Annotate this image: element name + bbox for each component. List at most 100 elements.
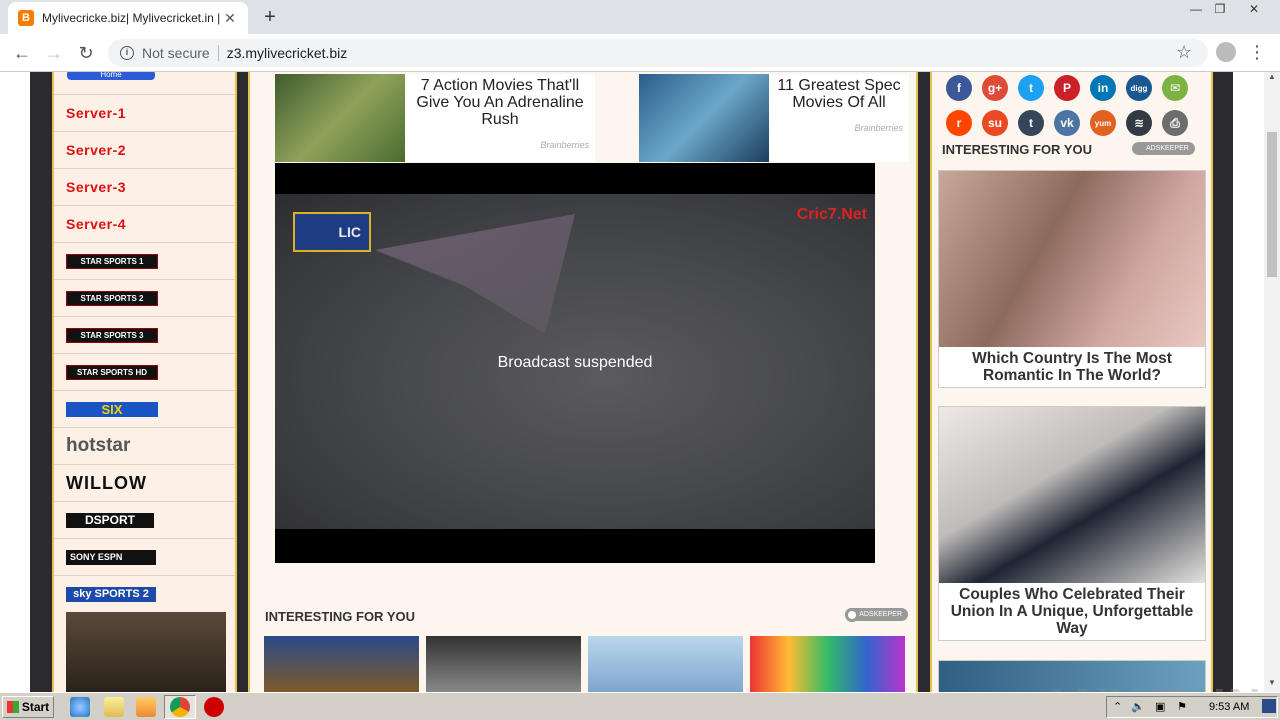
channel-star-sports-1[interactable]: STAR SPORTS 1 xyxy=(54,242,235,279)
minimize-button[interactable]: — xyxy=(1184,0,1208,18)
chrome-taskbar-button[interactable] xyxy=(164,695,196,719)
recommendation-thumbnail[interactable] xyxy=(750,636,905,692)
recommendation-thumbnail[interactable] xyxy=(588,636,743,692)
ad-image xyxy=(639,74,769,162)
kebab-menu-icon[interactable]: ⋮ xyxy=(1248,42,1266,63)
windows-taskbar: Start ⌃ 🔈 ▣ ⚑ 9:53 AM xyxy=(0,692,1280,720)
channel-watermark: Cric7.Net xyxy=(796,206,867,223)
left-sidebar: Home Server-1 Server-2 Server-3 Server-4… xyxy=(52,72,237,692)
channel-star-sports-3[interactable]: STAR SPORTS 3 xyxy=(54,316,235,353)
scrollbar-thumb[interactable] xyxy=(1267,132,1277,277)
recommendation-row xyxy=(264,636,914,692)
page-scrollbar[interactable]: ▲ ▼ xyxy=(1264,72,1280,692)
yummly-icon[interactable]: yum xyxy=(1090,110,1116,136)
chrome-icon xyxy=(170,697,190,717)
video-scene xyxy=(375,214,575,334)
tumblr-icon[interactable]: t xyxy=(1018,110,1044,136)
promo-thumbnail[interactable] xyxy=(66,612,226,692)
file-explorer-icon[interactable] xyxy=(104,697,124,717)
recommendation-card[interactable]: Couples Who Celebrated Their Union In A … xyxy=(938,406,1206,641)
ad-card[interactable]: 7 Action Movies That'll Give You An Adre… xyxy=(275,74,595,162)
ad-source: Brainberries xyxy=(854,123,903,133)
main-content: 7 Action Movies That'll Give You An Adre… xyxy=(248,72,918,692)
forward-arrow-icon[interactable]: → xyxy=(42,41,66,65)
recommendation-card[interactable]: Which Country Is The Most Romantic In Th… xyxy=(938,170,1206,388)
video-frame[interactable]: LIC Cric7.Net Broadcast suspended xyxy=(275,194,875,529)
star-sports-3-logo: STAR SPORTS 3 xyxy=(66,327,158,343)
server-1-link[interactable]: Server-1 xyxy=(54,94,235,131)
channel-star-sports-2[interactable]: STAR SPORTS 2 xyxy=(54,279,235,316)
digg-icon[interactable]: digg xyxy=(1126,75,1152,101)
start-label: Start xyxy=(21,700,50,714)
ad-card[interactable]: 11 Greatest Spec Movies Of All Brainberr… xyxy=(639,74,909,162)
adskeeper-badge[interactable]: ADSKEEPER xyxy=(845,608,908,622)
bookmark-star-icon[interactable]: ☆ xyxy=(1176,42,1192,63)
address-bar[interactable]: i Not secure z3.mylivecricket.biz xyxy=(108,39,1208,67)
network-icon[interactable]: ▣ xyxy=(1155,700,1165,713)
scroll-down-icon[interactable]: ▼ xyxy=(1264,678,1280,692)
anyrun-watermark: ANY RUN xyxy=(1040,678,1263,692)
channel-six[interactable]: SIX xyxy=(54,390,235,427)
dsport-logo: DSPORT xyxy=(66,512,154,528)
start-button[interactable]: Start xyxy=(2,696,54,718)
twitter-icon[interactable]: t xyxy=(1018,75,1044,101)
vk-icon[interactable]: vk xyxy=(1054,110,1080,136)
server-label: Server-1 xyxy=(66,105,127,121)
show-desktop-icon[interactable] xyxy=(1262,699,1276,713)
stumbleupon-icon[interactable]: su xyxy=(982,110,1008,136)
channel-sky-sports-2[interactable]: sky SPORTS 2 xyxy=(54,575,235,612)
clock[interactable]: 9:53 AM xyxy=(1209,701,1249,713)
profile-avatar-icon[interactable] xyxy=(1216,42,1236,62)
pinterest-icon[interactable]: P xyxy=(1054,75,1080,101)
print-icon[interactable]: ⎙ xyxy=(1162,110,1188,136)
facebook-icon[interactable]: f xyxy=(946,75,972,101)
willow-logo: WILLOW xyxy=(66,472,147,493)
server-2-link[interactable]: Server-2 xyxy=(54,131,235,168)
channel-hotstar[interactable]: hotstar xyxy=(54,427,235,464)
browser-tab[interactable]: B Mylivecricke.biz| Mylivecricket.in | C… xyxy=(8,2,248,34)
action-center-flag-icon[interactable]: ⚑ xyxy=(1177,700,1187,713)
star-sports-1-logo: STAR SPORTS 1 xyxy=(66,253,158,269)
restore-button[interactable]: ❐ xyxy=(1208,0,1232,18)
buffer-icon[interactable]: ≋ xyxy=(1126,110,1152,136)
windows-flag-icon xyxy=(6,701,19,713)
back-arrow-icon[interactable]: ← xyxy=(10,41,34,65)
email-icon[interactable]: ✉ xyxy=(1162,75,1188,101)
close-tab-icon[interactable]: ✕ xyxy=(222,10,238,27)
home-button[interactable]: Home xyxy=(67,72,155,80)
volume-icon[interactable]: 🔈 xyxy=(1131,700,1145,713)
recommendation-thumbnail[interactable] xyxy=(426,636,581,692)
channel-dsport[interactable]: DSPORT xyxy=(54,501,235,538)
server-3-link[interactable]: Server-3 xyxy=(54,168,235,205)
card-image xyxy=(939,171,1205,347)
channel-sony-espn[interactable]: SONY ESPN xyxy=(54,538,235,575)
section-title: INTERESTING FOR YOU xyxy=(265,609,415,624)
scroll-up-icon[interactable]: ▲ xyxy=(1264,72,1280,86)
browser-toolbar: ← → ↻ i Not secure z3.mylivecricket.biz … xyxy=(0,34,1280,72)
media-player-icon[interactable] xyxy=(136,697,156,717)
card-image xyxy=(939,407,1205,583)
interesting-header: INTERESTING FOR YOU ADSKEEPER xyxy=(260,606,910,628)
info-icon[interactable]: i xyxy=(120,46,134,60)
sony-espn-logo: SONY ESPN xyxy=(66,549,156,565)
opera-icon[interactable] xyxy=(204,697,224,717)
ad-row: 7 Action Movies That'll Give You An Adre… xyxy=(275,74,915,162)
linkedin-icon[interactable]: in xyxy=(1090,75,1116,101)
adskeeper-badge[interactable]: ADSKEEPER xyxy=(1132,142,1195,155)
channel-star-sports-hd[interactable]: STAR SPORTS HD xyxy=(54,353,235,390)
google-plus-icon[interactable]: g+ xyxy=(982,75,1008,101)
tray-expand-icon[interactable]: ⌃ xyxy=(1113,700,1122,713)
url-text[interactable]: z3.mylivecricket.biz xyxy=(227,45,348,61)
channel-willow[interactable]: WILLOW xyxy=(54,464,235,501)
server-4-link[interactable]: Server-4 xyxy=(54,205,235,242)
close-window-button[interactable]: ✕ xyxy=(1242,0,1266,18)
new-tab-button[interactable]: + xyxy=(258,6,282,30)
reload-icon[interactable]: ↻ xyxy=(74,41,98,65)
ad-text: 11 Greatest Spec Movies Of All Brainberr… xyxy=(769,74,909,162)
reddit-icon[interactable]: r xyxy=(946,110,972,136)
hotstar-logo: hotstar xyxy=(66,435,131,456)
video-player[interactable]: LIC Cric7.Net Broadcast suspended xyxy=(275,163,875,563)
blogger-favicon-icon: B xyxy=(18,10,34,26)
recommendation-thumbnail[interactable] xyxy=(264,636,419,692)
internet-explorer-icon[interactable] xyxy=(70,697,90,717)
